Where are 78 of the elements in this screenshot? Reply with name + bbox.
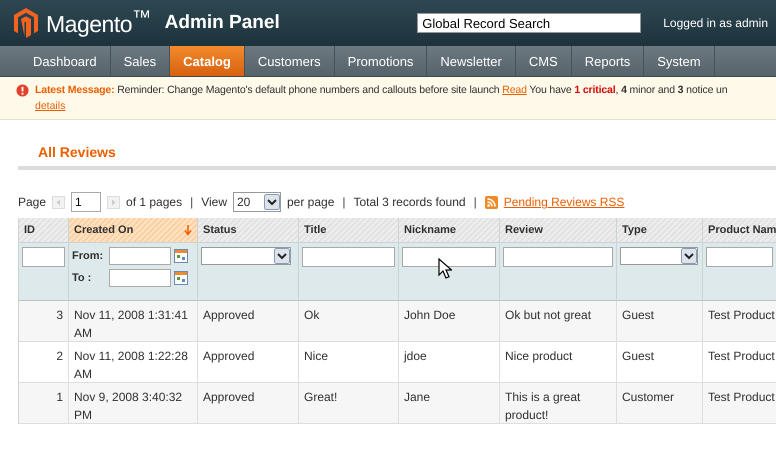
table-cell: Nov 11, 2008 1:22:28 AM bbox=[69, 342, 198, 383]
page-title: All Reviews bbox=[38, 144, 117, 162]
table-cell: This is a great product! bbox=[500, 383, 617, 424]
logged-in-text: Logged in as admin bbox=[663, 16, 768, 30]
table-cell: Test Product bbox=[703, 301, 776, 342]
table-cell: Ok bbox=[299, 301, 399, 342]
page-count-text: of 1 pages bbox=[126, 195, 182, 209]
calendar-icon[interactable] bbox=[174, 249, 188, 263]
column-header[interactable]: Created On bbox=[69, 218, 198, 243]
table-cell: Approved bbox=[198, 301, 299, 342]
latest-message: Latest Message: Reminder: Change Magento's default phone numbers and callouts before site launch Read You have 1 critical, 4 minor and 3 notice un details bbox=[35, 83, 728, 113]
read-link[interactable]: Read bbox=[502, 84, 527, 96]
mouse-pointer-icon bbox=[438, 258, 452, 280]
column-header[interactable]: Review bbox=[500, 218, 617, 243]
nav-tab[interactable]: Dashboard bbox=[20, 46, 111, 76]
per-page-select[interactable]: 20 bbox=[233, 192, 281, 212]
nav-tab[interactable]: CMS bbox=[516, 46, 572, 76]
table-cell: 1 bbox=[19, 383, 69, 424]
filter-field[interactable] bbox=[503, 247, 613, 267]
separator: | bbox=[342, 195, 346, 209]
global-search-field[interactable]: Global Record Search bbox=[417, 13, 642, 33]
logo-subtitle: Admin Panel bbox=[164, 12, 280, 34]
date-to-field[interactable] bbox=[109, 269, 171, 287]
table-cell: Great! bbox=[299, 383, 399, 424]
rss-icon bbox=[484, 196, 498, 208]
separator: | bbox=[190, 195, 194, 209]
nav-tab[interactable]: Promotions bbox=[334, 46, 428, 76]
logo-icon bbox=[14, 8, 38, 38]
per-page-label: per page bbox=[287, 195, 334, 209]
filter-select[interactable] bbox=[620, 247, 698, 265]
next-page-icon[interactable] bbox=[107, 196, 120, 208]
nav-tab[interactable]: Reports bbox=[572, 46, 644, 76]
records-found-text: Total 3 records found bbox=[354, 195, 466, 209]
table-cell: Nice product bbox=[500, 342, 617, 383]
column-header[interactable]: Product Nam bbox=[703, 218, 776, 243]
filter-field[interactable] bbox=[706, 247, 773, 267]
nav-tab[interactable]: Customers bbox=[244, 46, 335, 76]
page-label: Page bbox=[18, 195, 46, 209]
table-cell: Approved bbox=[198, 342, 299, 383]
pending-reviews-rss-link[interactable]: Pending Reviews RSS bbox=[504, 195, 624, 209]
separator: | bbox=[474, 195, 477, 209]
nav-tab[interactable]: Newsletter bbox=[427, 46, 516, 76]
table-cell: Ok but not great bbox=[500, 301, 617, 342]
table-cell: 3 bbox=[19, 301, 69, 342]
previous-page-icon[interactable] bbox=[52, 196, 66, 208]
sort-down-arrow-icon bbox=[184, 224, 192, 236]
filter-field[interactable] bbox=[302, 247, 395, 267]
logo-text: Magento$^{™}$ bbox=[46, 8, 151, 38]
filter-field[interactable] bbox=[22, 247, 65, 267]
table-cell: Jane bbox=[399, 383, 500, 424]
table-cell: Nice bbox=[299, 342, 399, 383]
date-from-field[interactable] bbox=[109, 247, 171, 265]
filter-select[interactable] bbox=[201, 247, 291, 265]
table-cell: Nov 9, 2008 3:40:32 PM bbox=[69, 383, 198, 424]
nav-tab[interactable]: System bbox=[644, 46, 715, 76]
calendar-icon[interactable] bbox=[174, 271, 188, 285]
table-cell: 2 bbox=[19, 342, 69, 383]
table-cell: Test Product bbox=[703, 383, 776, 424]
table-cell: Guest bbox=[617, 301, 703, 342]
table-cell: Guest bbox=[617, 342, 703, 383]
details-link[interactable]: details bbox=[35, 100, 66, 112]
filter-field[interactable] bbox=[402, 247, 496, 267]
column-header[interactable]: ID bbox=[19, 218, 69, 243]
table-cell: John Doe bbox=[399, 301, 500, 342]
to-label: To : bbox=[72, 272, 92, 284]
table-cell: Customer bbox=[617, 383, 703, 424]
nav-tab[interactable]: Catalog bbox=[170, 46, 245, 76]
table-cell: Nov 11, 2008 1:31:41 AM bbox=[69, 301, 198, 342]
alert-icon bbox=[16, 84, 29, 97]
column-header[interactable]: Nickname bbox=[399, 218, 500, 243]
column-header[interactable]: Title bbox=[299, 218, 399, 243]
table-cell: jdoe bbox=[399, 342, 500, 383]
table-cell: Approved bbox=[198, 383, 299, 424]
from-label: From: bbox=[72, 250, 104, 262]
view-label: View bbox=[201, 195, 227, 209]
page-field[interactable]: 1 bbox=[71, 192, 102, 212]
column-header[interactable]: Status bbox=[198, 218, 299, 243]
column-header[interactable]: Type bbox=[617, 218, 703, 243]
